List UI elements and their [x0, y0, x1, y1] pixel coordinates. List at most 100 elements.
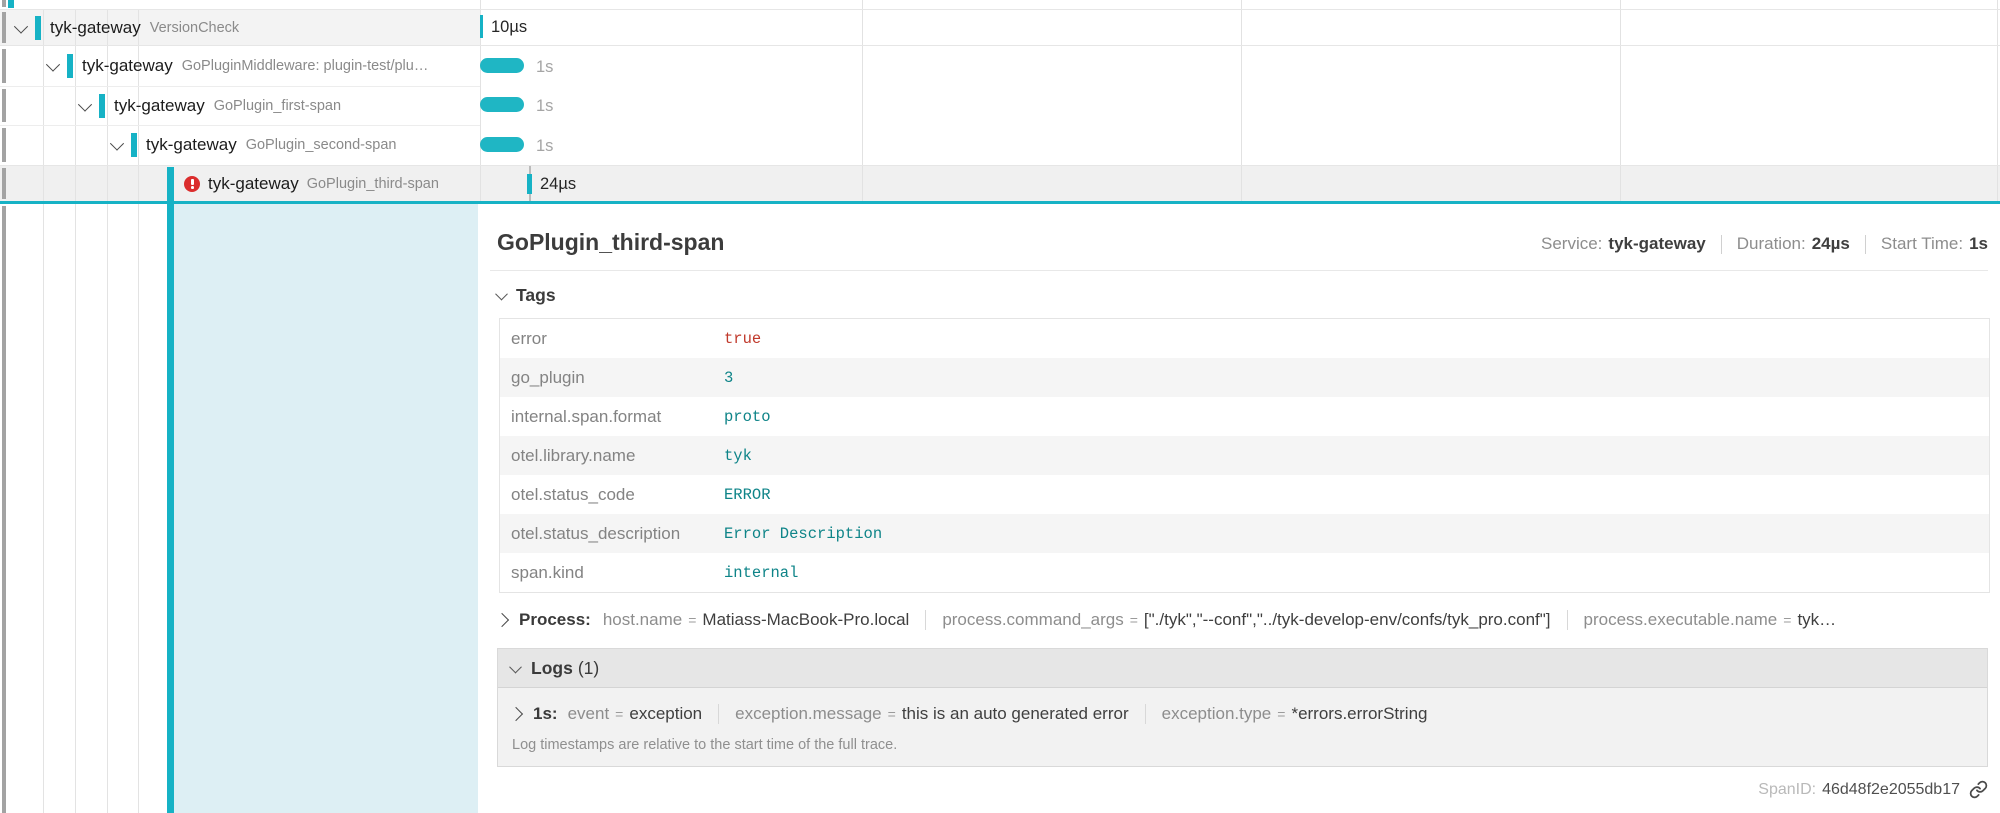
span-overview: Service: tyk-gateway Duration: 24µs Star…: [1541, 234, 1988, 254]
jaeger-trace-timeline-view: tyk-gateway VersionCheck tyk-gateway GoP…: [0, 0, 2000, 813]
tag-key: internal.span.format: [500, 407, 724, 427]
spanid-value: 46d48f2e2055db17: [1822, 781, 1960, 799]
operation-name: VersionCheck: [150, 20, 239, 36]
tag-value: tyk: [724, 447, 752, 465]
span-color-strip: [67, 54, 73, 78]
tag-value: internal: [724, 564, 798, 582]
duration-bar[interactable]: [480, 97, 524, 112]
logs-count: (1): [578, 658, 599, 679]
chevron-right-icon: [495, 613, 509, 627]
tag-key: error: [500, 329, 724, 349]
duration-label: 24µs: [540, 175, 576, 194]
tag-row: error true: [500, 319, 1989, 358]
log-field-value: exception: [629, 704, 702, 724]
separator: [1865, 235, 1866, 254]
tag-row: go_plugin 3: [500, 358, 1989, 397]
duration-label: 1s: [536, 58, 553, 77]
chevron-down-icon[interactable]: [14, 19, 28, 33]
span-footer: SpanID: 46d48f2e2055db17: [1758, 780, 1988, 799]
tag-row: span.kind internal: [500, 553, 1989, 592]
chevron-down-icon[interactable]: [46, 58, 60, 72]
tag-value: proto: [724, 408, 771, 426]
logs-section-title: Logs: [531, 658, 573, 679]
tag-row: otel.library.name tyk: [500, 436, 1989, 475]
duration-label: 1s: [536, 97, 553, 116]
tag-row: internal.span.format proto: [500, 397, 1989, 436]
process-section-title: Process:: [519, 610, 591, 630]
duration-bar[interactable]: [480, 137, 524, 152]
logs-section: Logs (1) 1s: event exception exception.m…: [497, 648, 1988, 767]
tag-row: otel.status_code ERROR: [500, 475, 1989, 514]
log-entry[interactable]: 1s: event exception exception.message th…: [511, 704, 1987, 724]
operation-name: GoPluginMiddleware: plugin-test/plu…: [182, 58, 429, 74]
process-value: tyk…: [1797, 610, 1836, 630]
equals-sign: [688, 612, 696, 628]
log-field-value: *errors.errorString: [1291, 704, 1427, 724]
chevron-down-icon: [495, 288, 508, 301]
log-field-key: exception.message: [735, 704, 881, 724]
tag-value: true: [724, 330, 761, 348]
chevron-right-icon: [509, 707, 523, 721]
span-color-strip: [35, 16, 41, 40]
span-row-versioncheck[interactable]: tyk-gateway VersionCheck: [0, 9, 496, 46]
equals-sign: [1783, 612, 1791, 628]
tag-value: Error Description: [724, 525, 882, 543]
equals-sign: [1277, 706, 1285, 722]
service-name: tyk-gateway: [50, 18, 141, 38]
span-color-strip: [131, 133, 137, 157]
timeline-gridline: [1241, 0, 1242, 201]
tag-key: otel.status_code: [500, 485, 724, 505]
header-divider: [490, 270, 1988, 271]
logs-accordion-header[interactable]: Logs (1): [498, 649, 1987, 688]
process-accordion-header[interactable]: Process: host.name Matiass-MacBook-Pro.l…: [497, 610, 1836, 630]
duration-label: 10µs: [491, 18, 527, 37]
duration-tick[interactable]: [480, 15, 483, 38]
equals-sign: [1130, 612, 1138, 628]
log-field-value: this is an auto generated error: [902, 704, 1129, 724]
equals-sign: [615, 706, 623, 722]
log-timestamp: 1s:: [533, 704, 558, 724]
span-row-gopluginmiddleware[interactable]: tyk-gateway GoPluginMiddleware: plugin-t…: [0, 46, 528, 86]
deep-link-icon[interactable]: [1969, 780, 1988, 799]
service-label: Service:: [1541, 234, 1602, 254]
process-value: ["./tyk","--conf","../tyk-develop-env/co…: [1144, 610, 1551, 630]
log-field-key: exception.type: [1162, 704, 1272, 724]
duration-bar[interactable]: [480, 58, 524, 73]
span-color-strip: [8, 0, 14, 8]
operation-name: GoPlugin_second-span: [246, 137, 397, 153]
error-icon: [184, 176, 200, 192]
tags-table: error true go_plugin 3 internal.span.for…: [499, 318, 1990, 593]
process-key: process.command_args: [942, 610, 1123, 630]
duration-label: 1s: [536, 137, 553, 156]
tag-key: otel.library.name: [500, 446, 724, 466]
span-color-strip: [99, 94, 105, 118]
selected-span-guide: [167, 167, 174, 813]
span-color-strip: [2, 0, 6, 7]
log-field-key: event: [568, 704, 610, 724]
duration-label: Duration:: [1737, 234, 1806, 254]
separator: [1721, 235, 1722, 254]
separator: [718, 704, 719, 724]
start-time-label: Start Time:: [1881, 234, 1963, 254]
operation-name: GoPlugin_third-span: [307, 176, 439, 192]
tag-key: span.kind: [500, 563, 724, 583]
span-row-first-span[interactable]: tyk-gateway GoPlugin_first-span: [0, 86, 560, 125]
tags-accordion-header[interactable]: Tags: [497, 285, 556, 306]
timeline-gridline: [1997, 0, 1998, 201]
tags-section-title: Tags: [516, 285, 556, 306]
chevron-down-icon[interactable]: [78, 97, 92, 111]
separator: [1145, 704, 1146, 724]
service-name: tyk-gateway: [114, 96, 205, 116]
tag-row: otel.status_description Error Descriptio…: [500, 514, 1989, 553]
detail-left-column-bg: [174, 204, 478, 813]
service-name: tyk-gateway: [82, 56, 173, 76]
duration-tick[interactable]: [527, 174, 532, 194]
chevron-down-icon[interactable]: [110, 137, 124, 151]
separator: [1567, 610, 1568, 630]
span-title: GoPlugin_third-span: [497, 229, 724, 256]
span-color-strip: [2, 206, 6, 813]
process-value: Matiass-MacBook-Pro.local: [702, 610, 909, 630]
process-key: process.executable.name: [1584, 610, 1778, 630]
timeline-gridline: [1620, 0, 1621, 201]
equals-sign: [888, 706, 896, 722]
